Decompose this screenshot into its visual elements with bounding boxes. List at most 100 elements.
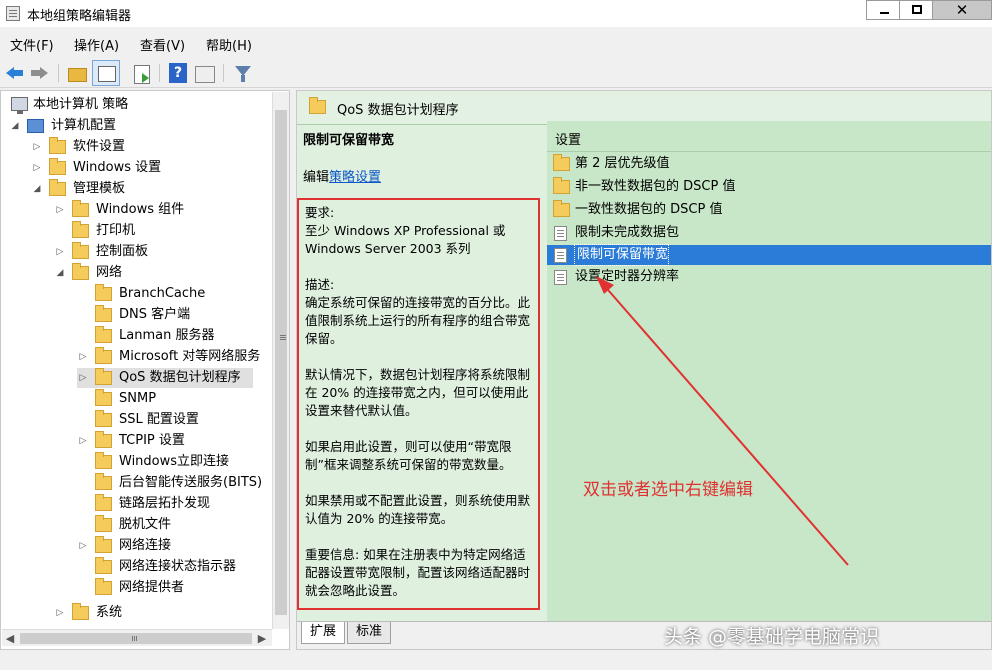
- policy-editor-icon: [6, 6, 20, 21]
- policy-setting-icon: [554, 226, 567, 241]
- tree-item-label: Windows 设置: [73, 160, 162, 175]
- policy-description-box: 要求: 至少 Windows XP Professional 或 Windows…: [297, 198, 540, 610]
- list-item-label: 限制可保留带宽: [573, 244, 670, 266]
- important-text: 重要信息: 如果在注册表中为特定网络适配器设置带宽限制，配置该网络适配器时就会忽…: [305, 547, 531, 598]
- tab-extended[interactable]: 扩展: [301, 622, 346, 644]
- enabled-text: 如果启用此设置，则可以使用“带宽限制”框来调整系统可保留的带宽数量。: [305, 439, 512, 472]
- list-item-conforming-dscp[interactable]: 一致性数据包的 DSCP 值: [547, 200, 991, 220]
- grip-icon: [132, 636, 133, 641]
- menu-view[interactable]: 查看(V): [140, 35, 185, 54]
- expanded-chevron-icon[interactable]: ◢: [31, 179, 43, 199]
- list-item-layer2-priority[interactable]: 第 2 层优先级值: [547, 154, 991, 174]
- tree-item-label: QoS 数据包计划程序: [119, 370, 241, 385]
- tree-item-label: 打印机: [96, 223, 136, 238]
- list-item-nonconforming-dscp[interactable]: 非一致性数据包的 DSCP 值: [547, 177, 991, 197]
- collapsed-chevron-icon[interactable]: ▷: [54, 603, 66, 623]
- show-tree-icon[interactable]: [92, 60, 120, 86]
- menu-file[interactable]: 文件(F): [10, 35, 54, 54]
- scroll-thumb[interactable]: [20, 633, 252, 644]
- tree-item-label: Windows立即连接: [119, 454, 230, 469]
- scroll-thumb[interactable]: [275, 110, 287, 615]
- folder-icon: [49, 158, 66, 175]
- collapsed-chevron-icon[interactable]: ▷: [77, 347, 89, 367]
- filter-icon[interactable]: [232, 62, 254, 84]
- policy-title: 限制可保留带宽: [303, 133, 395, 148]
- folder-icon: [95, 452, 112, 469]
- tree-item-label: 系统: [96, 605, 123, 620]
- settings-column-header[interactable]: 设置: [555, 129, 581, 148]
- help-icon[interactable]: [167, 62, 189, 84]
- list-item-label: 一致性数据包的 DSCP 值: [575, 202, 723, 217]
- menu-action[interactable]: 操作(A): [74, 35, 119, 54]
- maximize-button[interactable]: [899, 0, 933, 20]
- collapsed-chevron-icon[interactable]: ▷: [54, 242, 66, 262]
- folder-icon: [309, 97, 326, 114]
- list-item-limit-reservable-bandwidth[interactable]: 限制可保留带宽: [547, 244, 991, 266]
- disabled-text: 如果禁用或不配置此设置，则系统使用默认值为 20% 的连接带宽。: [305, 493, 531, 526]
- toolbar: [0, 58, 992, 88]
- collapsed-chevron-icon[interactable]: ▷: [54, 200, 66, 220]
- scroll-right-icon[interactable]: ▶: [254, 630, 270, 647]
- list-item-label: 设置定时器分辨率: [575, 269, 680, 284]
- minimize-icon: [880, 12, 889, 14]
- toolbar-separator: [58, 64, 59, 82]
- tree-horizontal-scrollbar[interactable]: ◀ ▶: [2, 629, 272, 646]
- folder-icon: [95, 431, 112, 448]
- menu-help[interactable]: 帮助(H): [206, 35, 252, 54]
- collapsed-chevron-icon[interactable]: ▷: [31, 158, 43, 178]
- folder-icon: [95, 578, 112, 595]
- list-item-limit-outstanding-packets[interactable]: 限制未完成数据包: [547, 223, 991, 243]
- tree-item-qos-scheduler[interactable]: ▷ QoS 数据包计划程序: [77, 368, 253, 388]
- expanded-chevron-icon[interactable]: ◢: [9, 116, 21, 136]
- edit-policy-link[interactable]: 策略设置: [329, 170, 381, 185]
- tree-item-label: 后台智能传送服务(BITS): [119, 475, 263, 490]
- expanded-chevron-icon[interactable]: ◢: [54, 263, 66, 283]
- grip-icon: [280, 335, 286, 336]
- computer-config-icon: [27, 119, 44, 133]
- up-folder-icon[interactable]: [66, 62, 88, 84]
- tree-item-label: 链路层拓扑发现: [119, 496, 211, 511]
- folder-icon: [95, 557, 112, 574]
- description-panel: 限制可保留带宽 编辑策略设置 要求: 至少 Windows XP Profess…: [297, 125, 547, 621]
- settings-list: 设置 第 2 层优先级值 非一致性数据包的 DSCP 值 一致性数据包的 DSC…: [547, 121, 991, 587]
- tree-item-label: SSL 配置设置: [119, 412, 199, 427]
- tree-item-label: DNS 客户端: [119, 307, 191, 322]
- tree-item-label: 控制面板: [96, 244, 149, 259]
- collapsed-chevron-icon[interactable]: ▷: [77, 368, 89, 388]
- folder-icon: [95, 305, 112, 322]
- computer-policy-icon: [11, 97, 28, 114]
- collapsed-chevron-icon[interactable]: ▷: [31, 137, 43, 157]
- tree-pane: 本地计算机 策略 ◢ 计算机配置 ▷ 软件设置 ▷ Windows 设置 ◢ 管…: [0, 90, 290, 650]
- scroll-left-icon[interactable]: ◀: [2, 630, 18, 647]
- list-item-label: 限制未完成数据包: [575, 225, 680, 240]
- properties-icon[interactable]: [193, 62, 215, 84]
- folder-icon: [72, 603, 89, 620]
- minimize-button[interactable]: [866, 0, 900, 20]
- forward-arrow-icon[interactable]: [28, 62, 50, 84]
- status-bar: [0, 650, 992, 670]
- tree-item-label: 软件设置: [73, 139, 126, 154]
- window-title: 本地组策略编辑器: [27, 9, 132, 24]
- export-list-icon[interactable]: [131, 62, 153, 84]
- list-item-label: 非一致性数据包的 DSCP 值: [575, 179, 736, 194]
- tree-item-label: 本地计算机 策略: [33, 97, 129, 112]
- folder-icon: [72, 200, 89, 217]
- tab-standard[interactable]: 标准: [347, 622, 392, 644]
- details-header-title: QoS 数据包计划程序: [337, 103, 459, 118]
- list-item-timer-resolution[interactable]: 设置定时器分辨率: [547, 267, 991, 287]
- watermark-text: 头条 @零基础学电脑常识: [664, 626, 880, 648]
- tree-item-label: 脱机文件: [119, 517, 172, 532]
- policy-setting-icon: [554, 248, 567, 263]
- tree-item-label: Lanman 服务器: [119, 328, 215, 343]
- folder-icon: [49, 179, 66, 196]
- back-arrow-icon[interactable]: [4, 62, 26, 84]
- collapsed-chevron-icon[interactable]: ▷: [77, 536, 89, 556]
- collapsed-chevron-icon[interactable]: ▷: [77, 431, 89, 451]
- folder-icon: [95, 326, 112, 343]
- tree-item-label: SNMP: [119, 391, 157, 406]
- folder-icon: [72, 221, 89, 238]
- tree-vertical-scrollbar[interactable]: [272, 92, 289, 629]
- tree-item-label: TCPIP 设置: [119, 433, 185, 448]
- tree-item-label: Microsoft 对等网络服务: [119, 349, 261, 364]
- close-button[interactable]: ✕: [932, 0, 992, 20]
